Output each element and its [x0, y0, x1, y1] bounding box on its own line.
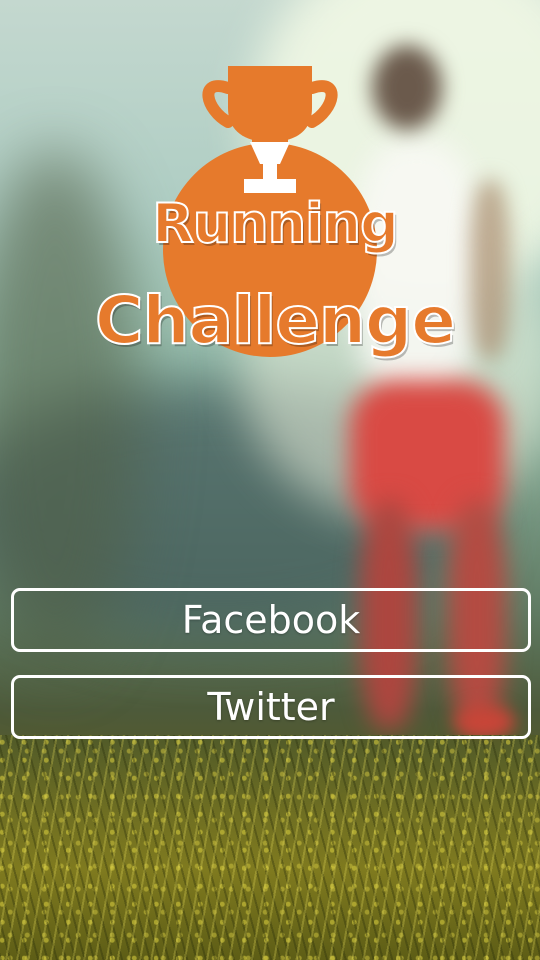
grass-foreground — [0, 735, 540, 960]
app-logo: Running Challenge — [70, 60, 480, 370]
app-title-line1: Running — [151, 192, 400, 255]
facebook-button[interactable]: Facebook — [11, 588, 531, 652]
app-title-line2: Challenge — [94, 282, 457, 359]
twitter-button[interactable]: Twitter — [11, 675, 531, 739]
